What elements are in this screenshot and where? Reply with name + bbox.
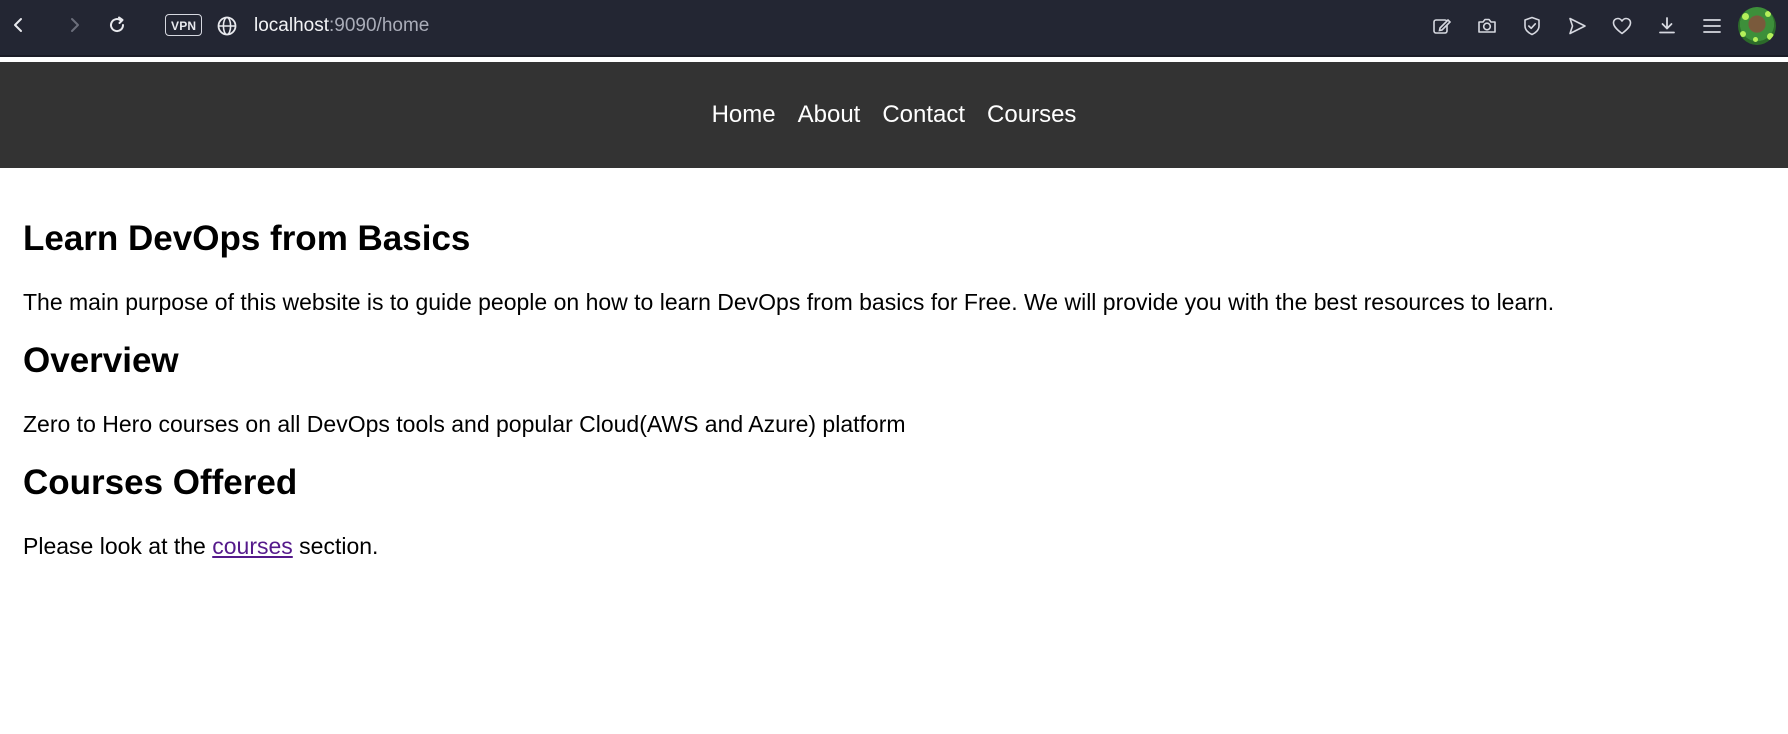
address-bar[interactable]: localhost:9090/home xyxy=(254,15,429,37)
page-title: Learn DevOps from Basics xyxy=(23,219,471,258)
browser-toolbar: VPN localhost:9090/home xyxy=(0,0,1788,55)
main-content: Learn DevOps from Basics The main purpos… xyxy=(23,218,1763,560)
vpn-badge[interactable]: VPN xyxy=(165,14,203,36)
courses-text: Please look at the courses section. xyxy=(23,532,1763,560)
nav-link-about[interactable]: About xyxy=(787,101,872,129)
heart-icon[interactable] xyxy=(1610,14,1634,38)
globe-icon xyxy=(216,15,238,42)
send-icon[interactable] xyxy=(1565,14,1589,38)
courses-text-before: Please look at the xyxy=(23,533,213,559)
nav-link-contact[interactable]: Contact xyxy=(871,101,976,129)
back-icon[interactable] xyxy=(8,14,30,36)
edit-icon[interactable] xyxy=(1430,14,1454,38)
menu-icon[interactable] xyxy=(1700,14,1724,38)
reload-icon[interactable] xyxy=(106,14,128,36)
url-path: :9090/home xyxy=(329,15,430,36)
forward-icon[interactable] xyxy=(63,14,85,36)
site-nav: Home About Contact Courses xyxy=(0,62,1788,168)
url-host: localhost xyxy=(254,15,329,36)
avatar[interactable] xyxy=(1738,7,1776,45)
overview-heading: Overview xyxy=(23,341,179,380)
courses-heading: Courses Offered xyxy=(23,463,298,502)
shield-icon[interactable] xyxy=(1520,14,1544,38)
intro-text: The main purpose of this website is to g… xyxy=(23,289,1555,315)
nav-link-courses[interactable]: Courses xyxy=(976,101,1087,129)
overview-text: Zero to Hero courses on all DevOps tools… xyxy=(23,411,906,437)
courses-link[interactable]: courses xyxy=(212,533,293,559)
nav-link-home[interactable]: Home xyxy=(701,101,787,129)
camera-icon[interactable] xyxy=(1475,14,1499,38)
courses-text-after: section. xyxy=(292,533,379,559)
download-icon[interactable] xyxy=(1655,14,1679,38)
